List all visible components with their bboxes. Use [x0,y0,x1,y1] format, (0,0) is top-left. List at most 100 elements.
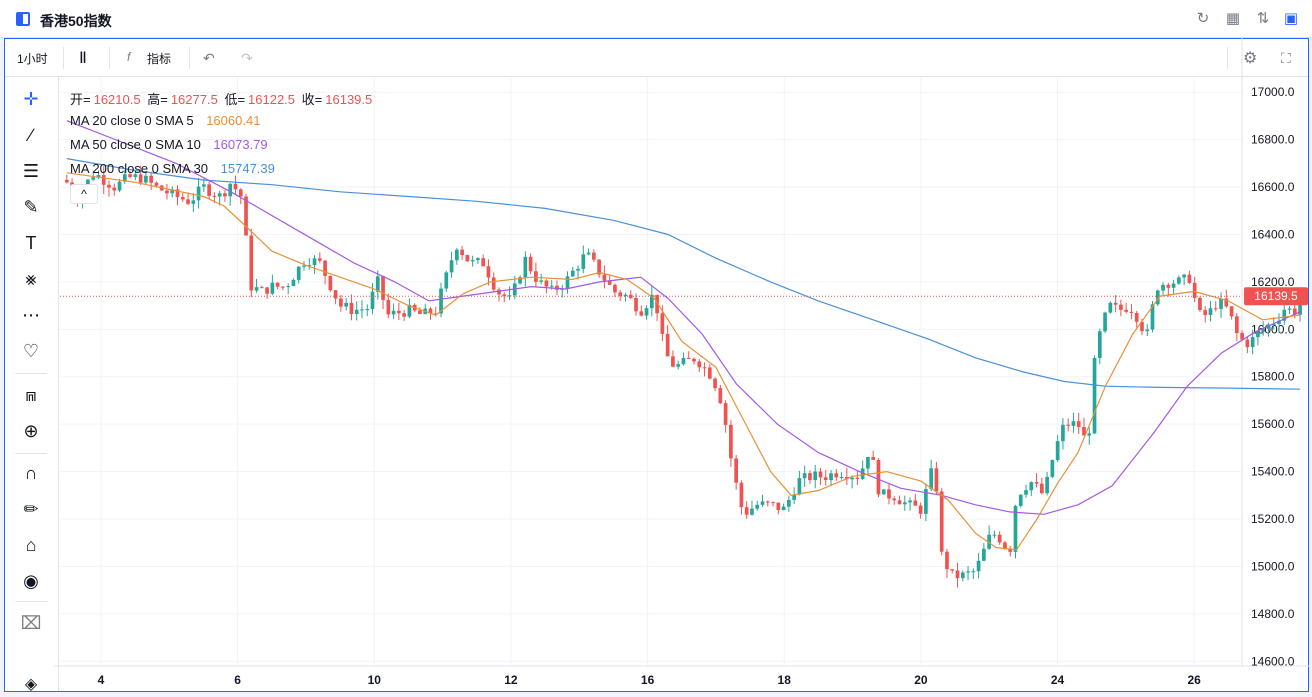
candle-body [982,548,986,561]
candle-body [1171,283,1176,288]
candle-body [966,571,970,573]
close-label: 收= [301,92,323,107]
candle-body [217,193,222,197]
candle-body [929,468,934,490]
candle-body [207,184,211,196]
indicator-value: 15747.39 [220,161,275,176]
candle-body [1045,476,1049,494]
candle-body [1198,297,1202,311]
ohlc-legend: 开= 16210.5 高= 16277.5 低= 16122.5 收= 16139.5 [70,89,375,108]
indicator-legend-ma20[interactable]: MA 20 close 0 SMA 5 16060.41 [70,113,263,128]
candle-body [370,291,375,310]
candle-body [1177,277,1181,284]
candle-body [101,175,106,185]
candle-body [618,292,623,297]
candle-body [1113,302,1118,305]
candle-body [997,534,1002,543]
low-value: 16122.5 [248,92,296,107]
candle-body [1213,308,1218,310]
candle-body [1287,308,1292,310]
candle-body [539,280,544,282]
candle-body [1129,311,1134,313]
candle-body [829,473,833,481]
y-tick-label: 16800.0 [1251,133,1295,147]
candle-body [1119,304,1123,310]
candle-body [1124,309,1129,312]
candle-body [333,290,338,299]
candle-body [1203,310,1208,315]
candle-body [697,361,702,368]
candle-body [908,500,912,503]
candle-body [750,508,754,515]
candle-body [723,403,728,425]
candle-body [460,249,464,256]
candle-body [144,175,148,183]
candle-body [576,268,580,271]
x-tick-label: 4 [98,673,105,687]
candle-body [549,285,554,287]
candle-body [992,534,997,536]
candle-body [866,456,870,469]
x-tick-label: 6 [234,673,241,687]
indicator-label: MA 20 close 0 SMA 5 [70,113,194,128]
candle-body [486,266,491,278]
candle-body [544,280,549,287]
indicator-legend-ma50[interactable]: MA 50 close 0 SMA 10 16073.79 [70,137,271,152]
candle-body [681,357,686,365]
candle-body [275,282,280,287]
candle-body [713,378,717,389]
candle-body [913,500,918,506]
candle-body [813,471,818,481]
indicator-legend-ma200[interactable]: MA 200 close 0 SMA 30 15747.39 [70,161,278,176]
ma50-line [66,120,1301,515]
candle-body [391,310,396,315]
candle-body [259,287,264,289]
candle-body [639,311,644,316]
candle-body [228,183,233,197]
candle-body [718,388,723,404]
candle-body [1066,424,1071,426]
candle-body [449,260,454,273]
x-tick-label: 16 [641,673,655,687]
candle-body [354,309,359,315]
candle-body [238,189,243,197]
candle-body [186,199,190,204]
candle-body [871,456,876,460]
candle-body [328,275,333,291]
candle-body [1234,316,1239,333]
candle-body [344,302,349,307]
candle-body [581,254,586,269]
candle-body [497,289,501,295]
candle-body [249,235,254,291]
candle-body [386,299,391,315]
candle-body [470,260,475,262]
legend-collapse-button[interactable]: ^ [70,184,98,204]
indicator-value: 16073.79 [213,137,268,152]
candle-body [1108,302,1113,313]
candle-body [1061,424,1065,442]
candle-body [797,478,802,495]
candle-body [939,491,944,552]
candle-body [1050,460,1055,477]
candle-body [491,277,496,290]
close-value: 16139.5 [325,92,373,107]
candle-body [312,258,317,266]
candle-body [755,504,760,509]
candle-body [112,187,117,191]
candle-body [465,255,470,262]
candle-body [892,498,897,501]
candle-body [349,302,354,315]
candle-body [1103,312,1107,332]
y-tick-label: 16200.0 [1251,275,1295,289]
candle-body [1256,331,1260,338]
candle-body [323,260,327,276]
y-tick-label: 16600.0 [1251,180,1295,194]
candle-body [154,182,159,186]
candle-body [660,313,665,334]
candle-body [317,258,322,261]
candle-body [1055,441,1060,461]
candle-body [739,482,744,508]
y-tick-label: 15200.0 [1251,512,1295,526]
candle-body [850,477,854,480]
candle-body [1076,421,1081,428]
